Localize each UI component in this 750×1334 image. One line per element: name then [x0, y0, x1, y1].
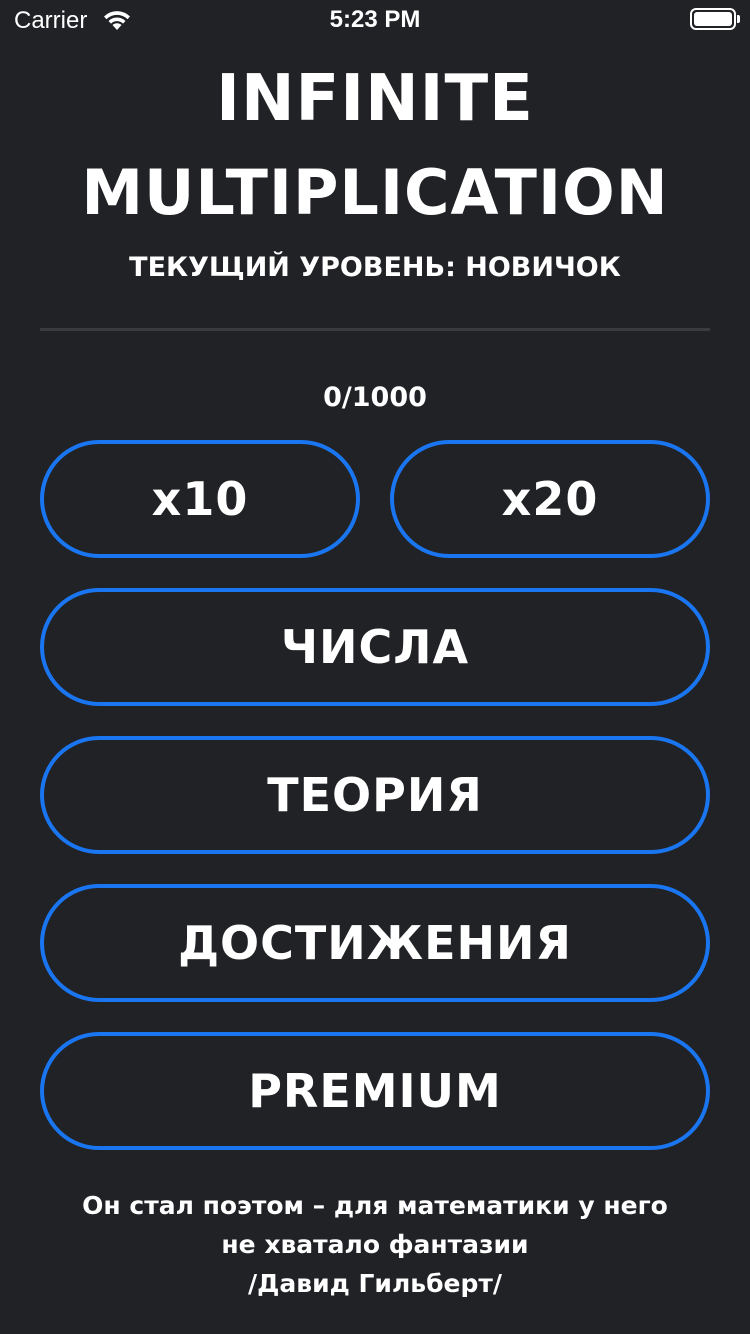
app-title: INFINITE MULTIPLICATION	[0, 52, 750, 240]
quote-line2: не хватало фантазии	[221, 1230, 529, 1259]
quote-line1: Он стал поэтом – для математики у него	[82, 1191, 668, 1220]
theory-button[interactable]: ТЕОРИЯ	[40, 736, 710, 854]
battery-nub	[737, 15, 740, 23]
current-level-label: ТЕКУЩИЙ УРОВЕНЬ: НОВИЧОК	[129, 252, 621, 283]
x20-button[interactable]: x20	[390, 440, 710, 558]
x10-button[interactable]: x10	[40, 440, 360, 558]
quote-author: /Давид Гильберт/	[248, 1269, 502, 1298]
quote: Он стал поэтом – для математики у него н…	[20, 1186, 730, 1303]
battery-fill	[694, 12, 732, 26]
status-bar: Carrier 5:23 PM	[0, 0, 750, 40]
app-title-line1: INFINITE	[216, 62, 534, 136]
battery-icon	[690, 8, 740, 30]
progress-counter: 0/1000	[323, 382, 427, 413]
clock: 5:23 PM	[329, 6, 421, 33]
premium-button[interactable]: PREMIUM	[40, 1032, 710, 1150]
divider	[40, 328, 710, 331]
app-title-line2: MULTIPLICATION	[81, 156, 669, 229]
numbers-button[interactable]: ЧИСЛА	[40, 588, 710, 706]
achievements-button[interactable]: ДОСТИЖЕНИЯ	[40, 884, 710, 1002]
